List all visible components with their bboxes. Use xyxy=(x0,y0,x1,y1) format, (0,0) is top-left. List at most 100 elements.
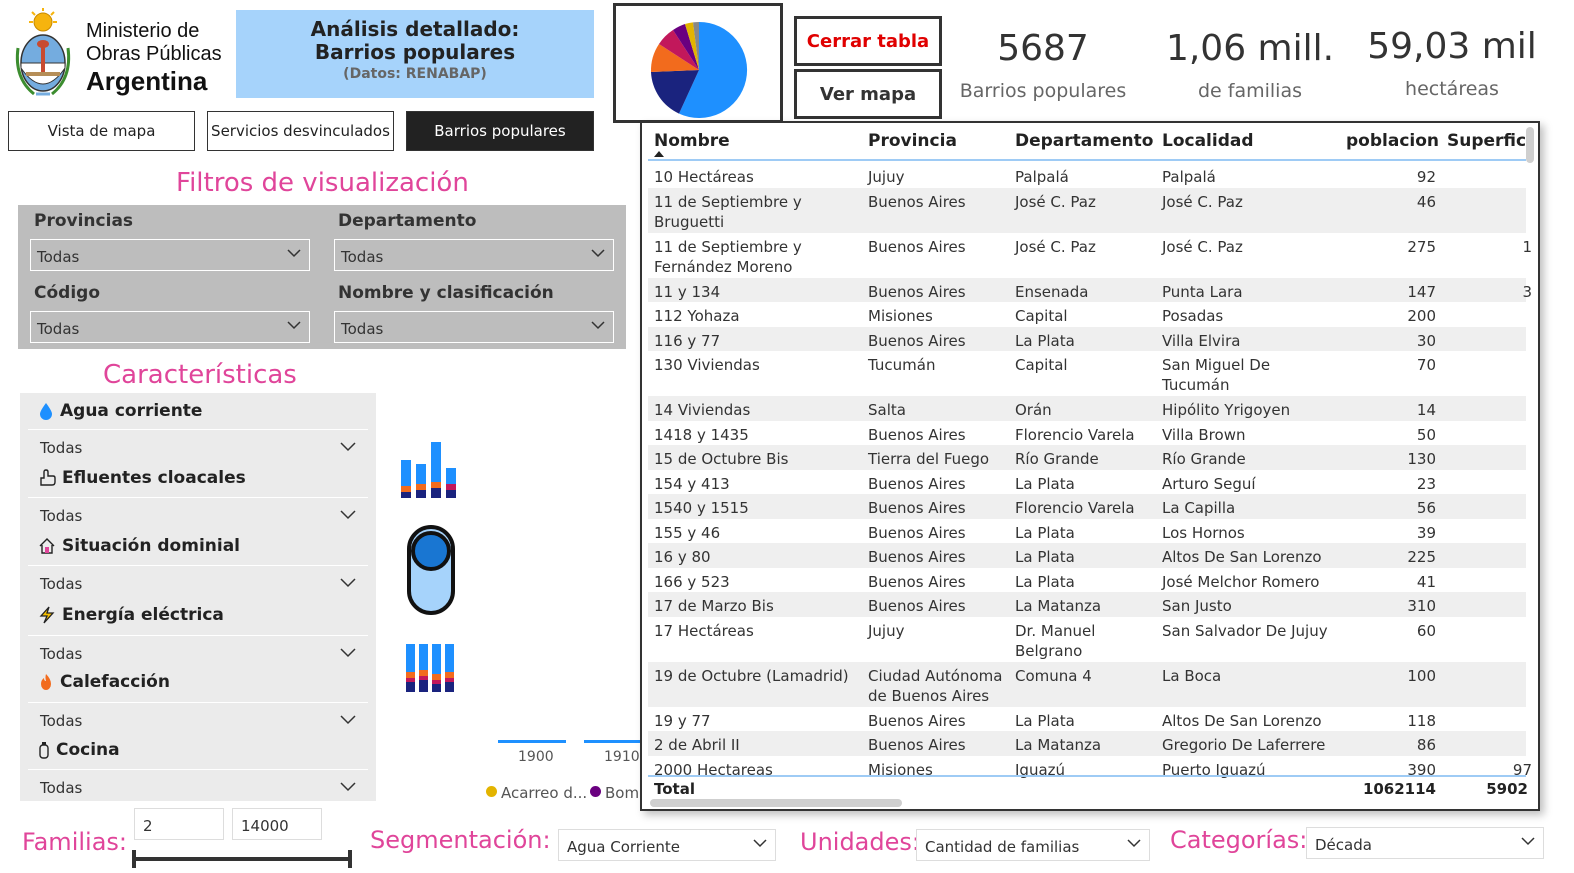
categorias-dropdown[interactable]: Década xyxy=(1306,827,1544,859)
cell-poblacion: 200 xyxy=(1407,307,1436,325)
provincias-dropdown[interactable]: Todas xyxy=(30,239,310,271)
column-header-poblacion[interactable]: poblacion xyxy=(1346,131,1439,151)
table-row[interactable]: 166 y 523 Buenos Aires La Plata José Melcho… xyxy=(648,568,1526,593)
chart-bar-1910 xyxy=(584,740,640,743)
unidades-value: Cantidad de familias xyxy=(925,838,1080,856)
familias-min-input[interactable]: 2 xyxy=(134,808,224,840)
cell-superficie: 1 xyxy=(1522,237,1532,256)
cell-departamento: Dr. Manuel Belgrano xyxy=(1015,621,1096,660)
cell-localidad: San Justo xyxy=(1162,597,1232,615)
percent-stacked-bar-chart-icon[interactable] xyxy=(405,642,457,694)
divider xyxy=(28,702,368,703)
column-header-nombre[interactable]: Nombre xyxy=(654,131,730,151)
unidades-dropdown[interactable]: Cantidad de familias xyxy=(916,829,1150,861)
cell-departamento: La Plata xyxy=(1015,331,1075,350)
ver-mapa-button[interactable]: Ver mapa xyxy=(794,69,942,119)
cell-nombre: 154 y 413 xyxy=(654,474,730,493)
tab-servicios-desvinculados[interactable]: Servicios desvinculados xyxy=(207,111,394,151)
cell-departamento: La Plata xyxy=(1015,523,1075,542)
horizontal-scrollbar[interactable] xyxy=(650,799,902,807)
table-row[interactable]: 15 de Octubre Bis Tierra del Fuego Río Gra… xyxy=(648,445,1526,470)
table-row[interactable]: 17 Hectáreas Jujuy Dr. Manuel Belgrano San … xyxy=(648,617,1526,662)
table-row[interactable]: 16 y 80 Buenos Aires La Plata Altos De San … xyxy=(648,543,1526,568)
filters-title: Filtros de visualización xyxy=(176,168,469,198)
codigo-dropdown[interactable]: Todas xyxy=(30,311,310,343)
cell-departamento: Capital xyxy=(1015,356,1068,374)
cell-provincia: Buenos Aires xyxy=(868,282,966,301)
table-row[interactable]: 112 Yohaza Misiones Capital Posadas 200 xyxy=(648,302,1526,327)
chevron-down-icon[interactable] xyxy=(340,712,356,726)
table-row[interactable]: 1418 y 1435 Buenos Aires Florencio Varela V… xyxy=(648,421,1526,446)
cocina-dropdown[interactable]: Todas xyxy=(40,779,82,797)
chevron-down-icon[interactable] xyxy=(340,507,356,521)
column-header-provincia[interactable]: Provincia xyxy=(868,131,957,151)
cell-departamento: Florencio Varela xyxy=(1015,425,1135,444)
chevron-down-icon[interactable] xyxy=(340,645,356,659)
cell-nombre: 1418 y 1435 xyxy=(654,425,749,444)
stacked-bar-chart-icon[interactable] xyxy=(400,440,462,500)
chevron-down-icon[interactable] xyxy=(340,779,356,793)
table-row[interactable]: 11 de Septiembre y Bruguetti Buenos Aires… xyxy=(648,187,1526,233)
table-row[interactable]: 11 de Septiembre y Fernández Moreno Bueno… xyxy=(648,233,1532,278)
table-row[interactable]: 19 de Octubre (Lamadrid) Ciudad Autónoma … xyxy=(648,661,1526,707)
familias-slider-min-handle[interactable] xyxy=(132,850,136,868)
chevron-down-icon[interactable] xyxy=(340,575,356,589)
table-row[interactable]: 130 Viviendas Tucumán Capital San Miguel De… xyxy=(648,351,1526,396)
bolt-icon xyxy=(39,606,55,624)
efluentes-cloacales-dropdown[interactable]: Todas xyxy=(40,507,82,525)
total-poblacion: 1062114 xyxy=(1362,780,1436,798)
column-header-localidad[interactable]: Localidad xyxy=(1162,131,1254,151)
situacion-dominial-dropdown[interactable]: Todas xyxy=(40,575,82,593)
table-row[interactable]: 19 y 77 Buenos Aires La Plata Altos De San … xyxy=(648,707,1526,732)
cell-departamento: Orán xyxy=(1015,401,1052,419)
agua-corriente-dropdown[interactable]: Todas xyxy=(40,439,82,457)
column-header-superficie[interactable]: Superfici xyxy=(1447,131,1532,151)
pie-chart xyxy=(650,21,748,118)
cell-localidad: Gregorio De Laferrere xyxy=(1162,736,1326,754)
toggle-switch-icon[interactable] xyxy=(406,524,458,616)
barrios-table[interactable]: Nombre Provincia Departamento Localidad … xyxy=(640,121,1540,811)
table-row[interactable]: 1540 y 1515 Buenos Aires Florencio Varela L… xyxy=(648,494,1526,519)
cell-departamento: José C. Paz xyxy=(1015,192,1096,211)
cell-departamento: La Matanza xyxy=(1015,597,1102,615)
vertical-scrollbar[interactable] xyxy=(1526,127,1534,163)
table-row[interactable]: 2 de Abril II Buenos Aires La Matanza Grego… xyxy=(648,731,1526,756)
segmentacion-dropdown[interactable]: Agua Corriente xyxy=(558,829,776,861)
familias-max-input[interactable]: 14000 xyxy=(232,808,322,840)
cell-poblacion: 92 xyxy=(1416,168,1436,186)
cell-nombre: 130 Viviendas xyxy=(654,356,760,374)
water-drop-icon xyxy=(40,403,52,420)
cell-nombre: 11 de Septiembre y Fernández Moreno xyxy=(654,237,802,276)
column-header-departamento[interactable]: Departamento xyxy=(1015,131,1153,151)
cell-poblacion: 60 xyxy=(1416,621,1436,640)
familias-slider-max-handle[interactable] xyxy=(348,850,352,868)
cell-poblacion: 310 xyxy=(1407,597,1436,615)
pie-chart-card[interactable] xyxy=(613,3,783,123)
report-title-line-2: Barrios populares xyxy=(314,40,516,64)
cell-departamento: Florencio Varela xyxy=(1015,499,1135,517)
table-row[interactable]: 154 y 413 Buenos Aires La Plata Arturo Segu… xyxy=(648,470,1526,495)
table-row[interactable]: 17 de Marzo Bis Buenos Aires La Matanza San… xyxy=(648,592,1526,617)
cerrar-tabla-button[interactable]: Cerrar tabla xyxy=(794,16,942,66)
tab-vista-de-mapa[interactable]: Vista de mapa xyxy=(8,111,195,151)
chevron-down-icon[interactable] xyxy=(340,439,356,453)
cell-nombre: 19 y 77 xyxy=(654,711,711,730)
departamento-dropdown[interactable]: Todas xyxy=(334,239,614,271)
table-row[interactable]: 11 y 134 Buenos Aires Ensenada Punta Lara 14… xyxy=(648,277,1532,302)
cell-departamento: Capital xyxy=(1015,307,1068,325)
table-row[interactable]: 10 Hectáreas Jujuy Palpalá Palpalá 92 xyxy=(648,163,1526,188)
tab-barrios-populares[interactable]: Barrios populares xyxy=(406,111,594,151)
table-row[interactable]: 14 Viviendas Salta Orán Hipólito Yrigoyen 14 xyxy=(648,396,1526,421)
gas-cylinder-icon xyxy=(39,742,49,759)
cell-nombre: 14 Viviendas xyxy=(654,401,751,419)
calefaccion-dropdown[interactable]: Todas xyxy=(40,712,82,730)
table-row[interactable]: 116 y 77 Buenos Aires La Plata Villa Elvira… xyxy=(648,326,1526,351)
table-row[interactable]: 155 y 46 Buenos Aires La Plata Los Hornos 39 xyxy=(648,519,1526,544)
cell-provincia: Buenos Aires xyxy=(868,425,966,444)
familias-slider-track[interactable] xyxy=(134,857,352,861)
cell-provincia: Buenos Aires xyxy=(868,499,966,517)
nombre-clasificacion-dropdown[interactable]: Todas xyxy=(334,311,614,343)
energia-electrica-dropdown[interactable]: Todas xyxy=(40,645,82,663)
agua-corriente-text: Agua corriente xyxy=(60,401,203,421)
chevron-down-icon xyxy=(287,321,301,330)
